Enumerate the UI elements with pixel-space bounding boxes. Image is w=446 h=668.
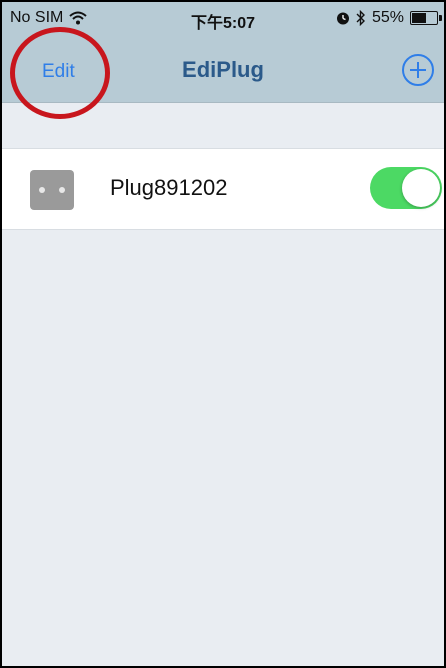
bluetooth-icon (356, 10, 365, 26)
power-toggle[interactable] (370, 167, 442, 209)
device-row[interactable]: Plug891202 (2, 148, 444, 230)
battery-icon (410, 11, 442, 25)
battery-fill (412, 13, 427, 23)
battery-percent: 55% (371, 9, 404, 26)
plug-icon (30, 170, 74, 210)
plus-circle-icon[interactable] (402, 54, 434, 86)
navigation-bar: Edit EdiPlug (2, 36, 444, 103)
toggle-knob (402, 169, 440, 207)
alarm-icon (336, 12, 349, 25)
phone-screen: No SIM 下午5:07 55% Edit EdiPlug Plug89120… (0, 0, 446, 668)
status-right: 55% (336, 9, 442, 27)
status-bar: No SIM 下午5:07 55% (2, 2, 444, 36)
device-name: Plug891202 (110, 175, 228, 200)
page-title: EdiPlug (182, 57, 264, 82)
